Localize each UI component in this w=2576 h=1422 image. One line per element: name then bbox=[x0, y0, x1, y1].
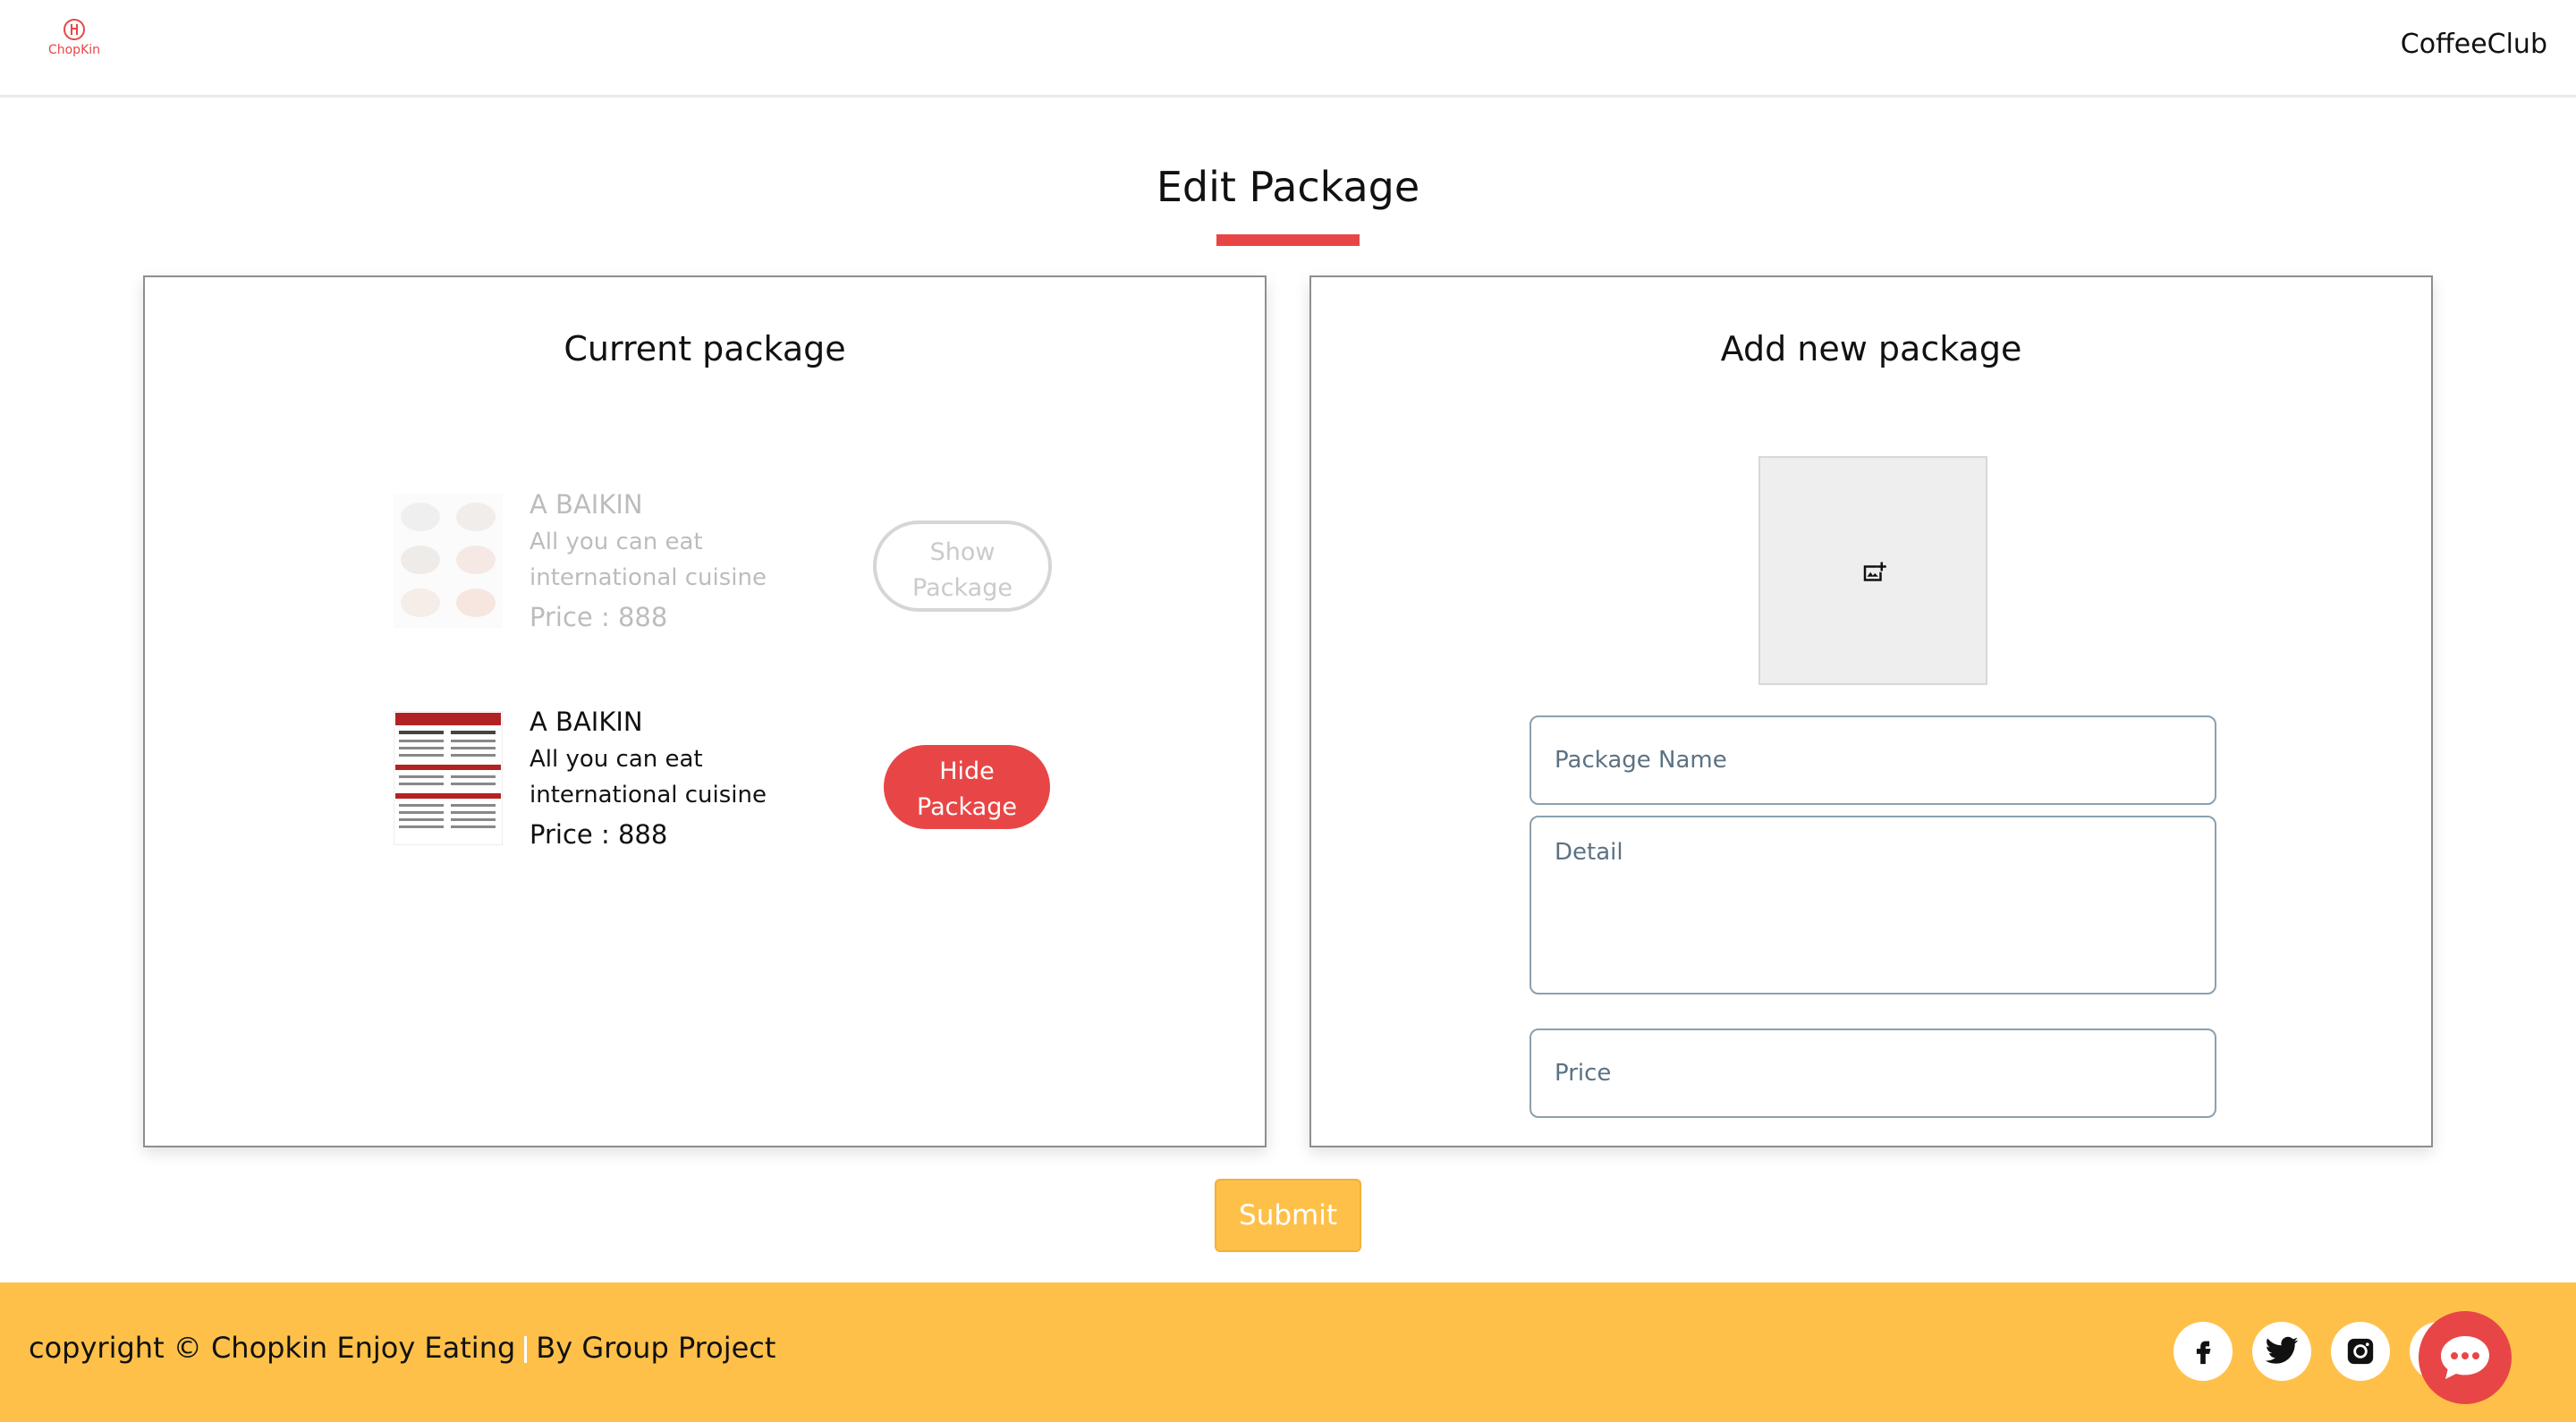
top-header: ChopKin CoffeeClub bbox=[0, 0, 2576, 97]
copyright-text: copyright © Chopkin Enjoy Eating bbox=[29, 1331, 516, 1365]
price-input[interactable] bbox=[1530, 1028, 2216, 1118]
package-row: A BAIKIN All you can eat international c… bbox=[394, 485, 1073, 637]
package-thumbnail bbox=[393, 710, 504, 846]
add-package-title: Add new package bbox=[1720, 329, 2022, 368]
byline-text: By Group Project bbox=[536, 1331, 776, 1365]
current-package-panel: Current package A BAIKIN All you can eat… bbox=[143, 275, 1267, 1147]
package-price: Price : 888 bbox=[530, 819, 668, 850]
add-package-panel: Add new package bbox=[1309, 275, 2433, 1147]
current-package-title: Current package bbox=[564, 329, 846, 368]
package-name-input[interactable] bbox=[1530, 715, 2216, 805]
instagram-icon[interactable] bbox=[2331, 1322, 2390, 1381]
package-detail: All you can eat international cuisine bbox=[530, 746, 767, 808]
package-name: A BAIKIN bbox=[530, 489, 643, 520]
add-photo-icon bbox=[1863, 562, 1886, 581]
title-underline bbox=[1216, 234, 1360, 246]
logo-fork-knife-icon bbox=[64, 19, 85, 40]
twitter-icon[interactable] bbox=[2252, 1322, 2311, 1381]
footer-divider bbox=[524, 1336, 528, 1363]
show-package-button[interactable]: Show Package bbox=[873, 521, 1052, 612]
user-brand-name[interactable]: CoffeeClub bbox=[2401, 29, 2547, 60]
submit-button[interactable]: Submit bbox=[1215, 1179, 1361, 1252]
footer: copyright © Chopkin Enjoy Eating By Group… bbox=[0, 1282, 2576, 1422]
chat-icon bbox=[2441, 1336, 2489, 1379]
package-price: Price : 888 bbox=[530, 602, 668, 632]
image-upload-box[interactable] bbox=[1758, 456, 1987, 685]
package-thumbnail bbox=[394, 494, 503, 628]
package-name: A BAIKIN bbox=[530, 707, 643, 737]
footer-text: copyright © Chopkin Enjoy Eating By Group… bbox=[29, 1331, 775, 1365]
hide-package-button[interactable]: Hide Package bbox=[884, 745, 1050, 829]
detail-textarea[interactable] bbox=[1530, 816, 2216, 995]
package-row: A BAIKIN All you can eat international c… bbox=[393, 702, 1073, 854]
page-title: Edit Package bbox=[1156, 163, 1420, 211]
facebook-icon[interactable] bbox=[2174, 1322, 2233, 1381]
chat-button[interactable] bbox=[2419, 1311, 2512, 1404]
logo-text: ChopKin bbox=[47, 43, 101, 57]
package-detail: All you can eat international cuisine bbox=[530, 529, 767, 591]
chopkin-logo[interactable]: ChopKin bbox=[45, 18, 104, 68]
